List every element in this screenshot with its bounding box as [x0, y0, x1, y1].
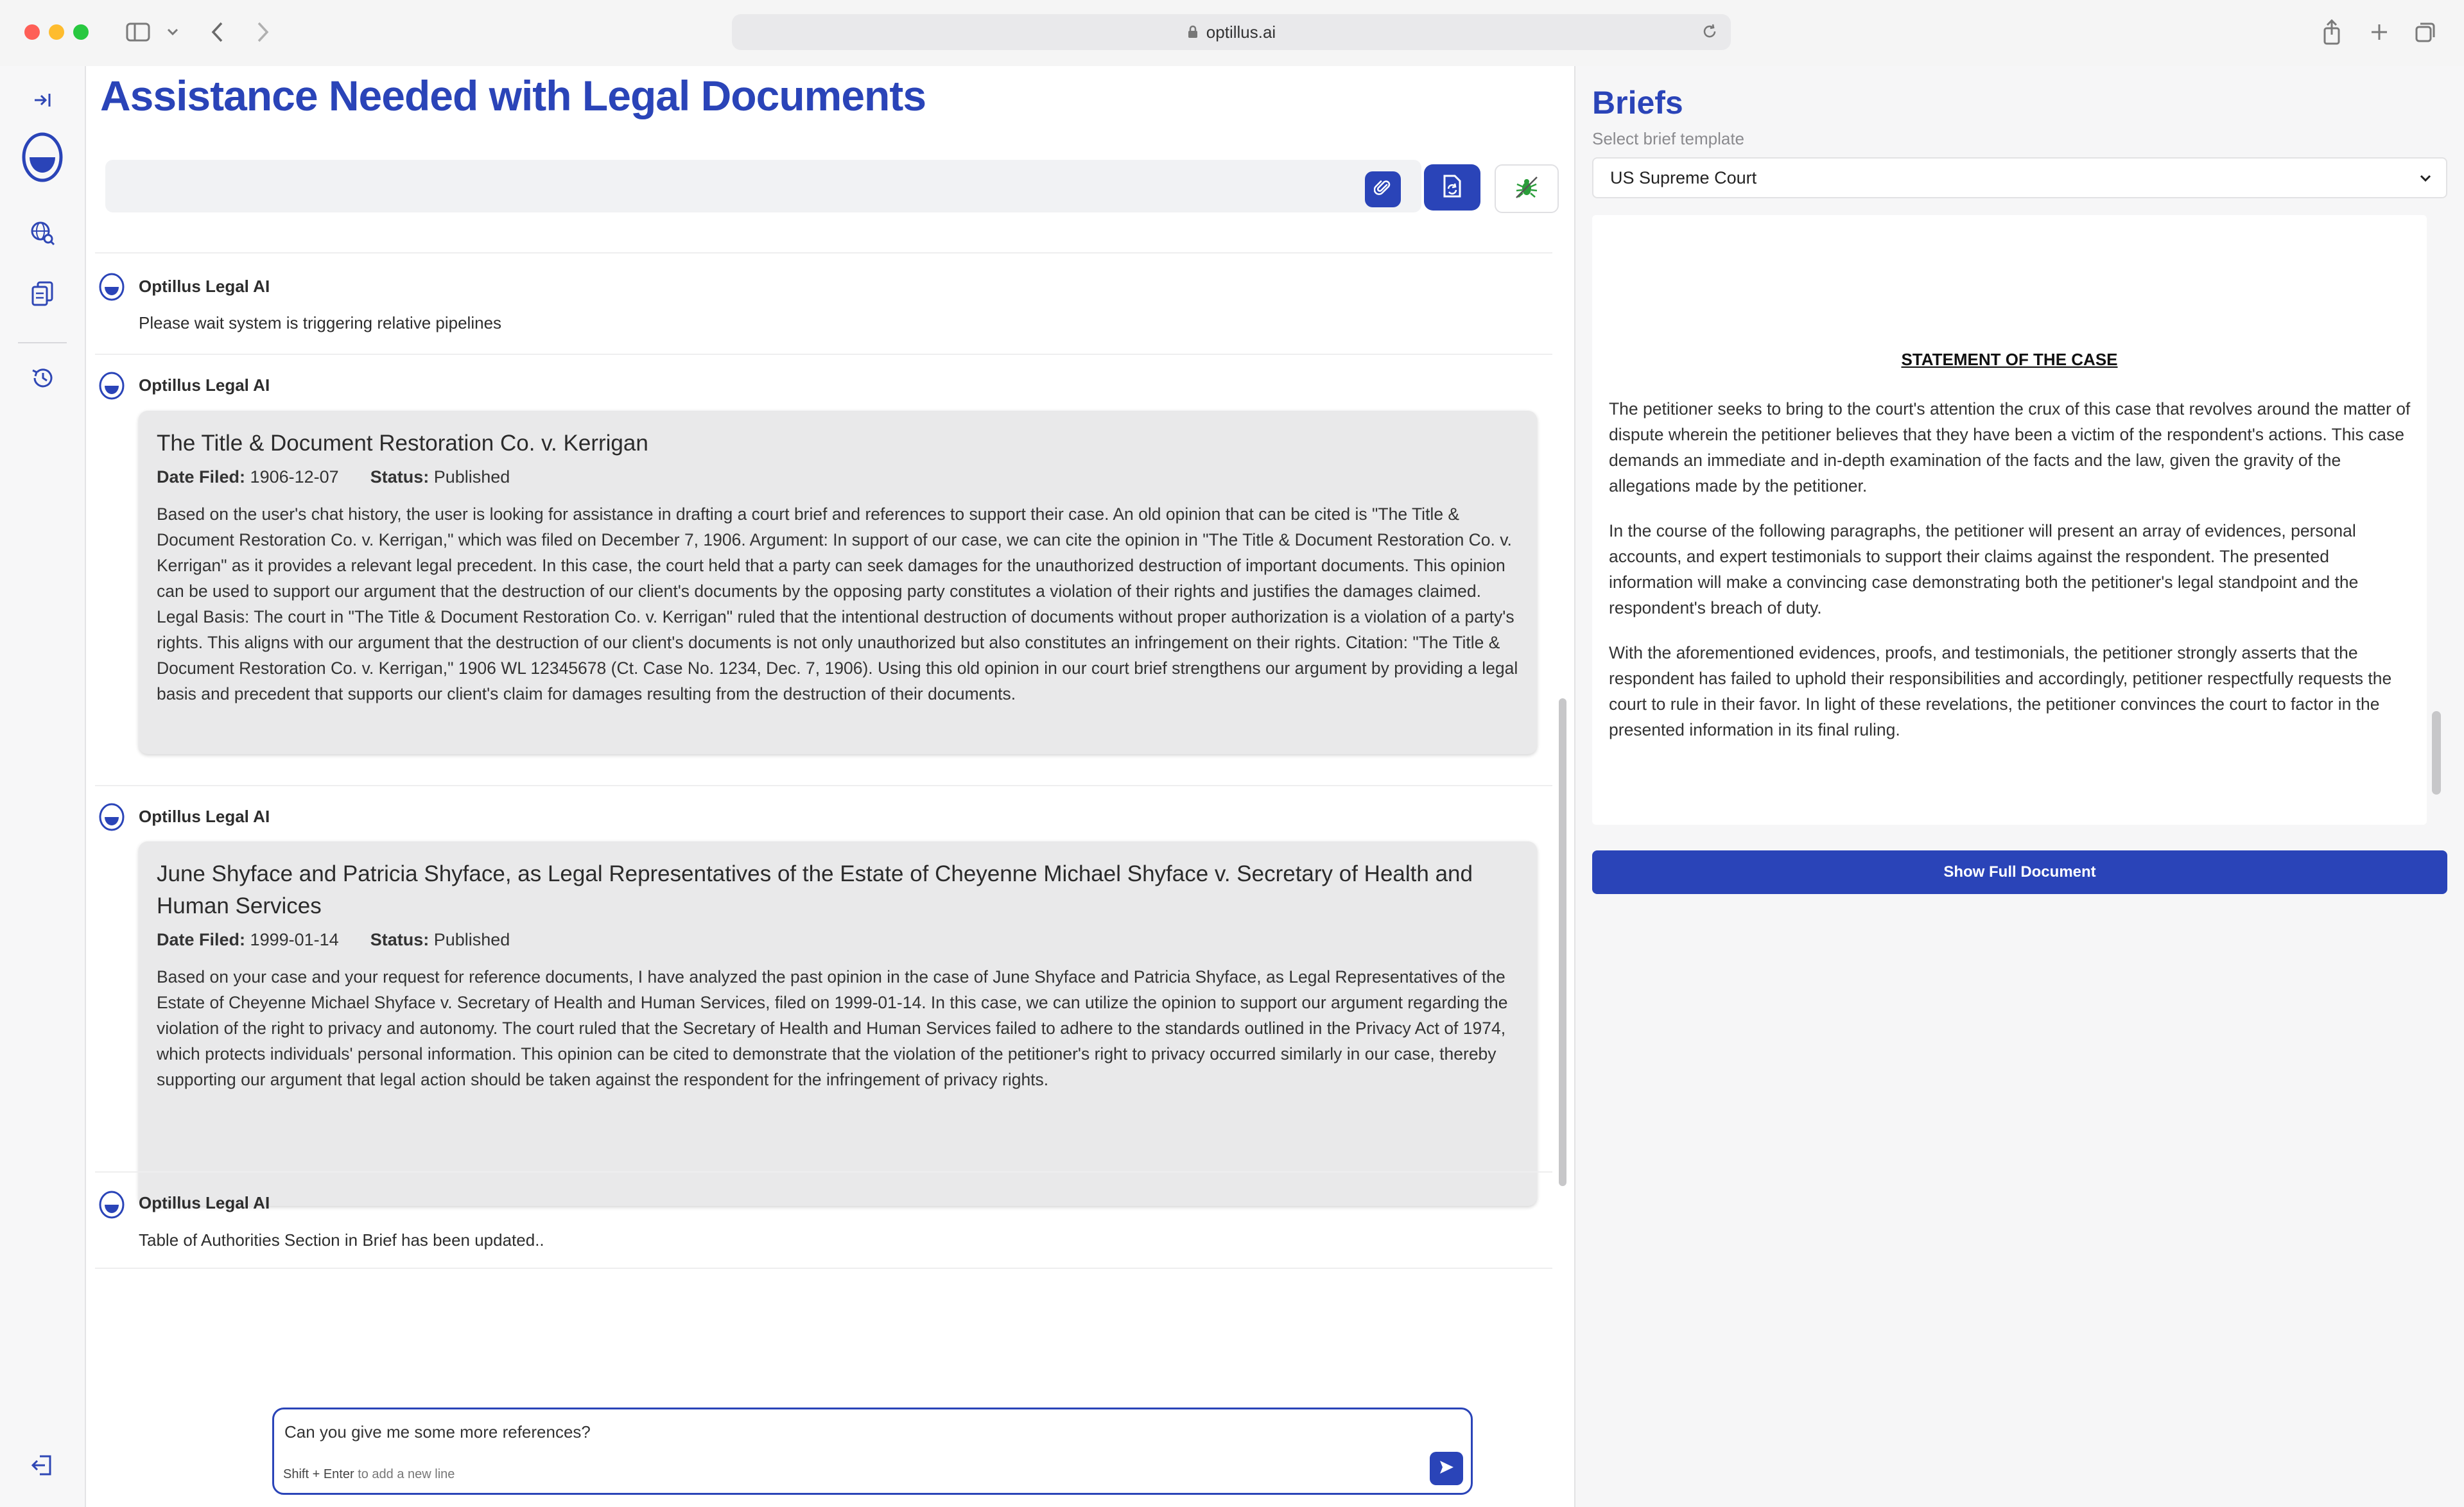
history-icon[interactable]	[0, 366, 85, 390]
brief-section-heading: STATEMENT OF THE CASE	[1901, 350, 2118, 369]
back-icon[interactable]	[204, 17, 230, 47]
close-window-button[interactable]	[24, 24, 40, 40]
case-meta: Date Filed: 1999-01-14 Status: Published	[157, 930, 1519, 950]
paperclip-icon	[1373, 179, 1392, 200]
case-reference-card[interactable]: The Title & Document Restoration Co. v. …	[139, 411, 1537, 754]
brief-paragraph: In the course of the following paragraph…	[1609, 521, 2359, 617]
left-nav-rail	[0, 66, 86, 1507]
case-title: June Shyface and Patricia Shyface, as Le…	[157, 861, 1473, 918]
case-meta: Date Filed: 1906-12-07 Status: Published	[157, 467, 1519, 487]
bug-icon	[1514, 175, 1540, 203]
case-reference-card[interactable]: June Shyface and Patricia Shyface, as Le…	[139, 841, 1537, 1206]
attach-button[interactable]	[1365, 171, 1401, 207]
status-value: Published	[433, 930, 510, 949]
assistant-avatar-icon	[99, 273, 125, 301]
message-text: Table of Authorities Section in Brief ha…	[139, 1230, 544, 1250]
briefs-panel: Briefs Select brief template US Supreme …	[1574, 66, 2464, 1507]
assistant-avatar-icon	[99, 1191, 125, 1219]
message-sender: Optillus Legal AI	[139, 807, 270, 826]
message-divider	[95, 252, 1552, 254]
message-divider	[95, 1171, 1552, 1173]
message-input[interactable]	[283, 1418, 1377, 1445]
brief-paragraph: With the aforementioned evidences, proof…	[1609, 643, 2392, 739]
document-sync-button[interactable]	[1424, 164, 1480, 211]
message-sender: Optillus Legal AI	[139, 375, 270, 395]
document-refresh-icon	[1441, 173, 1464, 202]
reload-icon[interactable]	[1701, 23, 1718, 40]
message-sender: Optillus Legal AI	[139, 277, 270, 296]
show-full-document-button[interactable]: Show Full Document	[1592, 850, 2447, 894]
web-search-icon[interactable]	[0, 220, 85, 246]
share-icon[interactable]	[2318, 17, 2346, 47]
send-icon	[1437, 1458, 1455, 1479]
case-summary: Based on your case and your request for …	[157, 967, 1508, 1089]
minimize-window-button[interactable]	[49, 24, 64, 40]
optillus-logo-icon[interactable]	[0, 132, 85, 183]
assistant-avatar-icon	[99, 803, 125, 831]
forward-icon[interactable]	[250, 17, 276, 47]
brief-preview[interactable]: STATEMENT OF THE CASE The petitioner see…	[1592, 215, 2427, 825]
template-select-label: Select brief template	[1592, 129, 1745, 148]
brief-template-select[interactable]: US Supreme Court	[1592, 157, 2447, 198]
composer-hint-text: to add a new line	[358, 1467, 455, 1481]
message-sender: Optillus Legal AI	[139, 1193, 270, 1212]
assistant-avatar-icon	[99, 372, 125, 400]
date-filed-value: 1906-12-07	[250, 467, 339, 487]
case-title: The Title & Document Restoration Co. v. …	[157, 431, 648, 456]
chat-panel: Assistance Needed with Legal Documents O…	[86, 66, 1574, 1507]
chat-toolbar	[105, 160, 1421, 212]
chat-scrollbar-thumb[interactable]	[1559, 698, 1566, 1186]
message-divider	[95, 785, 1552, 786]
selected-template: US Supreme Court	[1610, 168, 1757, 187]
message-divider	[95, 354, 1552, 355]
new-tab-icon[interactable]	[2365, 17, 2393, 47]
message-divider	[95, 1268, 1552, 1269]
status-label: Status:	[370, 930, 429, 949]
expand-sidebar-icon[interactable]	[0, 90, 85, 110]
composer-hint-keys: Shift + Enter	[283, 1467, 354, 1481]
brief-paragraph: The petitioner seeks to bring to the cou…	[1609, 399, 2411, 495]
maximize-window-button[interactable]	[73, 24, 89, 40]
chevron-down-icon[interactable]	[163, 17, 182, 47]
url-text: optillus.ai	[1206, 22, 1276, 42]
sidebar-toggle-icon[interactable]	[122, 17, 154, 47]
composer-hint: Shift + Enter to add a new line	[283, 1467, 455, 1482]
date-filed-label: Date Filed:	[157, 467, 246, 487]
chevron-down-icon	[2418, 170, 2433, 185]
send-button[interactable]	[1430, 1452, 1463, 1485]
message-composer: Shift + Enter to add a new line	[272, 1408, 1473, 1495]
logout-icon[interactable]	[0, 1454, 85, 1477]
address-bar[interactable]: optillus.ai	[732, 14, 1731, 50]
page-title: Assistance Needed with Legal Documents	[100, 72, 926, 119]
lock-icon	[1187, 25, 1199, 39]
brief-scrollbar-thumb[interactable]	[2432, 711, 2441, 795]
date-filed-value: 1999-01-14	[250, 930, 339, 949]
status-label: Status:	[370, 467, 429, 487]
tab-overview-icon[interactable]	[2411, 17, 2440, 47]
rail-divider	[18, 342, 67, 343]
briefs-title: Briefs	[1592, 85, 1683, 121]
case-summary: Based on the user's chat history, the us…	[157, 504, 1518, 703]
browser-toolbar: optillus.ai	[0, 0, 2464, 67]
message-text: Please wait system is triggering relativ…	[139, 313, 502, 332]
debug-button[interactable]	[1495, 164, 1559, 213]
status-value: Published	[433, 467, 510, 487]
documents-icon[interactable]	[0, 280, 85, 306]
date-filed-label: Date Filed:	[157, 930, 246, 949]
